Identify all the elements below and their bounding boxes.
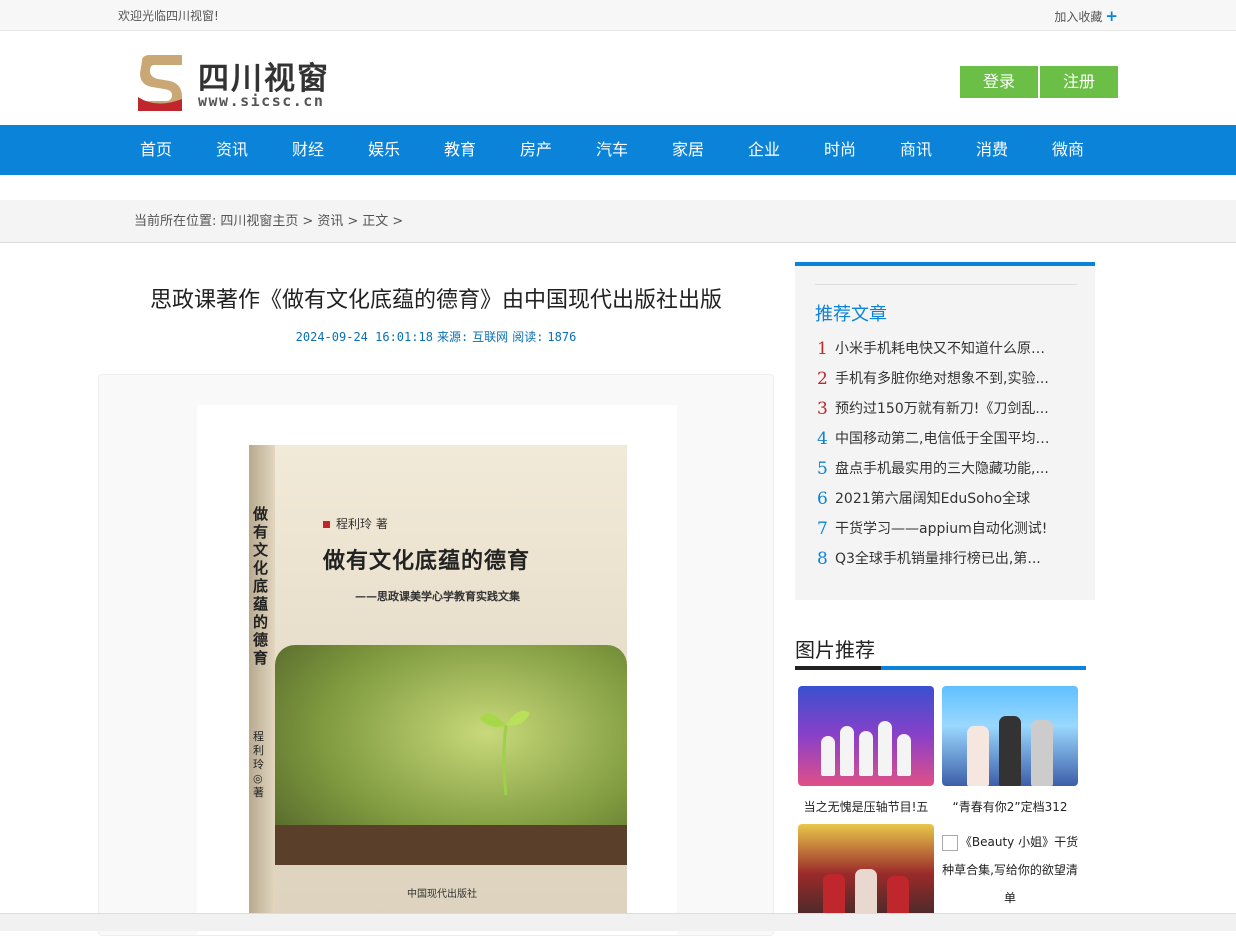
article-source: 互联网 xyxy=(472,330,509,344)
breadcrumb-separator: > xyxy=(302,214,314,229)
breadcrumb-home[interactable]: 四川视窗主页 xyxy=(220,214,298,229)
main-nav: 首页 资讯 财经 娱乐 教育 房产 汽车 家居 企业 时尚 商讯 消费 微商 xyxy=(0,125,1236,175)
picture-thumb-1[interactable] xyxy=(798,686,934,786)
recommend-item[interactable]: 5 盘点手机最实用的三大隐藏功能,... xyxy=(817,454,1057,484)
breadcrumb: 当前所在位置: 四川视窗主页 > 资讯 > 正文 > xyxy=(0,200,1236,243)
recommend-rank: 1 xyxy=(817,339,828,359)
recommend-item[interactable]: 7 干货学习——appium自动化测试! xyxy=(817,514,1057,544)
recommend-rank: 8 xyxy=(817,549,828,569)
nav-item-12[interactable]: 微商 xyxy=(1030,125,1106,175)
recommend-text: 2021第六届阔知EduSoho全球 xyxy=(835,491,1031,507)
nav-item-5[interactable]: 房产 xyxy=(498,125,574,175)
recommend-item[interactable]: 8 Q3全球手机销量排行榜已出,第... xyxy=(817,544,1057,574)
picture-caption-1[interactable]: 当之无愧是压轴节目!五 xyxy=(796,798,936,815)
source-label: 来源: xyxy=(436,330,469,344)
picture-title: 图片推荐 xyxy=(795,638,875,662)
book-spine: 做有文化底蕴的德育 程利玲◎著 xyxy=(249,445,275,925)
recommend-text: 手机有多脏你绝对想象不到,实验... xyxy=(835,371,1049,387)
register-button[interactable]: 注册 xyxy=(1040,66,1118,98)
recommend-text: 预约过150万就有新刀!《刀剑乱... xyxy=(835,401,1049,417)
recommend-panel: 推荐文章 1 小米手机耗电快又不知道什么原因... 2 手机有多脏你绝对想象不到,实验… xyxy=(795,262,1095,600)
broken-image-icon xyxy=(941,834,958,851)
picture-underline xyxy=(795,666,1086,670)
plus-icon: + xyxy=(1105,7,1118,25)
picture-caption-3[interactable]: 《Beauty 小姐》干货种草合集,写给你的欲望清单 xyxy=(940,828,1080,912)
recommend-text: 盘点手机最实用的三大隐藏功能,... xyxy=(835,461,1049,477)
nav-item-9[interactable]: 时尚 xyxy=(802,125,878,175)
nav-item-0[interactable]: 首页 xyxy=(118,125,194,175)
article-meta: 2024-09-24 16:01:18 来源: 互联网 阅读: 1876 xyxy=(98,328,774,345)
picture-caption-2[interactable]: “青春有你2”定档312 xyxy=(940,798,1080,815)
article-main: 思政课著作《做有文化底蕴的德育》由中国现代出版社出版 2024-09-24 16… xyxy=(98,262,774,936)
recommend-rank: 5 xyxy=(817,459,828,479)
nav-item-10[interactable]: 商讯 xyxy=(878,125,954,175)
site-header: 四川视窗 www.sicsc.cn 登录 注册 xyxy=(0,31,1236,125)
picture-thumb-2[interactable] xyxy=(942,686,1078,786)
nav-item-6[interactable]: 汽车 xyxy=(574,125,650,175)
breadcrumb-section[interactable]: 资讯 xyxy=(317,214,343,229)
horizontal-scrollbar[interactable] xyxy=(0,913,1236,931)
picture-thumb-3[interactable] xyxy=(798,824,934,924)
nav-item-1[interactable]: 资讯 xyxy=(194,125,270,175)
recommend-item[interactable]: 6 2021第六届阔知EduSoho全球 xyxy=(817,484,1057,514)
logo-url: www.sicsc.cn xyxy=(198,92,325,110)
book-front: 程利玲 著 做有文化底蕴的德育 ——思政课美学心学教育实践文集 中国现代出版社 xyxy=(275,445,627,925)
article-content: 做有文化底蕴的德育 程利玲◎著 程利玲 著 做有文化底蕴的德育 ——思政课美学心… xyxy=(98,374,774,936)
book-publisher: 中国现代出版社 xyxy=(407,889,477,900)
recommend-text: 中国移动第二,电信低于全国平均值... xyxy=(835,431,1057,447)
top-bar: 欢迎光临四川视窗! 加入收藏 + xyxy=(0,0,1236,31)
recommend-item[interactable]: 4 中国移动第二,电信低于全国平均值... xyxy=(817,424,1057,454)
soil xyxy=(275,825,627,865)
breadcrumb-tail: > xyxy=(392,214,404,229)
auth-buttons: 登录 注册 xyxy=(958,66,1118,98)
recommend-rank: 7 xyxy=(817,519,828,539)
book-cover: 做有文化底蕴的德育 程利玲◎著 程利玲 著 做有文化底蕴的德育 ——思政课美学心… xyxy=(249,445,627,925)
picture-header: 图片推荐 xyxy=(795,634,1095,670)
divider xyxy=(815,284,1077,285)
recommend-rank: 3 xyxy=(817,399,828,419)
nav-item-2[interactable]: 财经 xyxy=(270,125,346,175)
recommend-text: 小米手机耗电快又不知道什么原因... xyxy=(835,341,1057,357)
book-image: 做有文化底蕴的德育 程利玲◎著 程利玲 著 做有文化底蕴的德育 ——思政课美学心… xyxy=(197,405,677,935)
article-reads: 1876 xyxy=(547,330,577,344)
recommend-item[interactable]: 1 小米手机耗电快又不知道什么原因... xyxy=(817,334,1057,364)
recommend-rank: 6 xyxy=(817,489,828,509)
reads-label: 阅读: xyxy=(512,330,544,344)
book-title: 做有文化底蕴的德育 xyxy=(323,548,531,574)
breadcrumb-current: 正文 xyxy=(362,214,389,229)
spine-title: 做有文化底蕴的德育 xyxy=(253,505,269,667)
nav-item-11[interactable]: 消费 xyxy=(954,125,1030,175)
nav-item-3[interactable]: 娱乐 xyxy=(346,125,422,175)
book-author: 程利玲 著 xyxy=(323,515,388,532)
favorite-label: 加入收藏 xyxy=(1054,10,1103,24)
breadcrumb-separator: > xyxy=(347,214,359,229)
breadcrumb-prefix: 当前所在位置: xyxy=(134,214,217,229)
article-title: 思政课著作《做有文化底蕴的德育》由中国现代出版社出版 xyxy=(149,288,722,313)
book-subtitle: ——思政课美学心学教育实践文集 xyxy=(355,590,520,603)
recommend-list: 1 小米手机耗电快又不知道什么原因... 2 手机有多脏你绝对想象不到,实验... 3 预… xyxy=(817,334,1057,574)
recommend-item[interactable]: 3 预约过150万就有新刀!《刀剑乱... xyxy=(817,394,1057,424)
recommend-title: 推荐文章 xyxy=(815,304,887,325)
picture-caption-3-text: 《Beauty 小姐》干货种草合集,写给你的欲望清单 xyxy=(942,835,1079,905)
recommend-rank: 4 xyxy=(817,429,828,449)
recommend-text: Q3全球手机销量排行榜已出,第... xyxy=(835,551,1041,567)
welcome-text: 欢迎光临四川视窗! xyxy=(118,9,219,23)
spine-author: 程利玲◎著 xyxy=(253,730,264,799)
login-button[interactable]: 登录 xyxy=(960,66,1038,98)
recommend-text: 干货学习——appium自动化测试! xyxy=(835,521,1048,537)
nav-item-7[interactable]: 家居 xyxy=(650,125,726,175)
add-favorite-link[interactable]: 加入收藏 + xyxy=(1054,7,1118,25)
logo-s-icon xyxy=(138,55,182,111)
site-logo[interactable]: 四川视窗 www.sicsc.cn xyxy=(136,51,336,115)
recommend-item[interactable]: 2 手机有多脏你绝对想象不到,实验... xyxy=(817,364,1057,394)
sprout-icon xyxy=(480,710,530,795)
nav-item-8[interactable]: 企业 xyxy=(726,125,802,175)
nav-item-4[interactable]: 教育 xyxy=(422,125,498,175)
recommend-rank: 2 xyxy=(817,369,828,389)
sidebar: 推荐文章 1 小米手机耗电快又不知道什么原因... 2 手机有多脏你绝对想象不到,实验… xyxy=(795,262,1095,924)
article-date: 2024-09-24 16:01:18 xyxy=(295,330,433,344)
